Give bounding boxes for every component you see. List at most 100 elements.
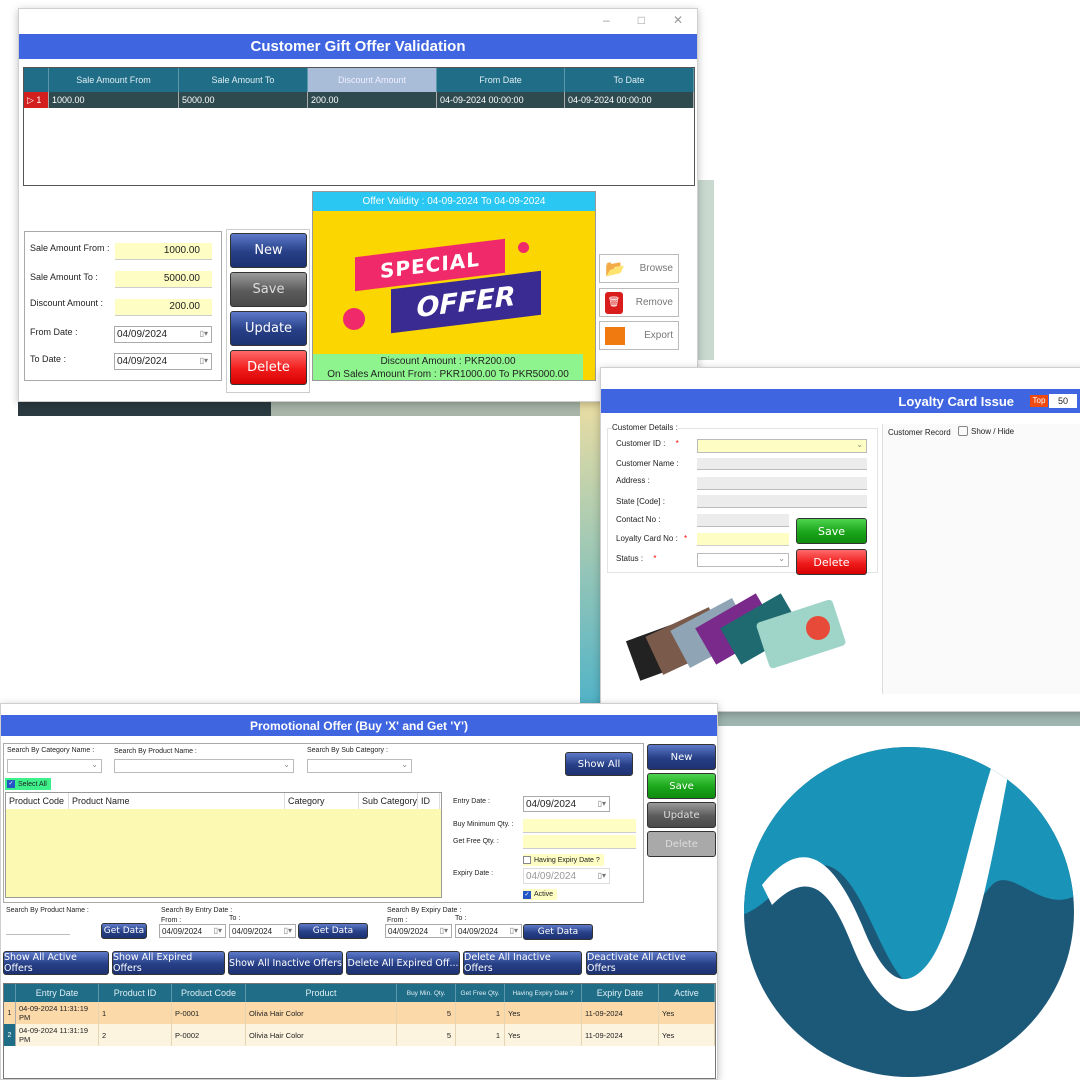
column-header[interactable]: Get Free Qty. — [456, 984, 505, 1002]
subcategory-select[interactable]: ⌄ — [307, 759, 412, 773]
column-header[interactable]: Product Code — [6, 793, 69, 809]
column-header[interactable]: Entry Date — [16, 984, 99, 1002]
show-expired-offers-button[interactable]: Show All Expired Offers — [112, 951, 225, 975]
calendar-icon[interactable]: ▯▾ — [440, 926, 448, 935]
save-button[interactable]: Save — [796, 518, 867, 544]
column-header[interactable]: Product Name — [69, 793, 285, 809]
card-no-input[interactable] — [697, 533, 789, 546]
column-header[interactable]: From Date — [437, 68, 565, 92]
state-input[interactable] — [697, 495, 867, 508]
product-name-input[interactable] — [6, 921, 70, 935]
show-inactive-offers-button[interactable]: Show All Inactive Offers — [228, 951, 343, 975]
column-header[interactable]: Category — [285, 793, 359, 809]
row-selector[interactable]: 2 — [4, 1024, 16, 1046]
table-row[interactable]: 2 04-09-2024 11:31:19 PM 2 P-0002 Olivia Hai… — [4, 1024, 715, 1046]
close-icon[interactable]: ✕ — [673, 13, 683, 27]
column-header[interactable]: Having Expiry Date ? — [505, 984, 582, 1002]
new-button[interactable]: New — [647, 744, 716, 770]
column-header[interactable]: ID — [418, 793, 440, 809]
calendar-icon[interactable]: ▯▾ — [284, 926, 292, 935]
checkbox-checked-icon[interactable]: ✓ — [7, 780, 15, 788]
show-active-offers-button[interactable]: Show All Active Offers — [3, 951, 109, 975]
top-input[interactable]: 50 — [1049, 394, 1077, 408]
address-input[interactable] — [697, 477, 867, 490]
entry-from-date-picker[interactable]: 04/09/2024 ▯▾ — [159, 924, 226, 938]
get-free-input[interactable] — [523, 835, 636, 849]
active-checkbox[interactable]: ✓ Active — [523, 889, 558, 900]
category-select[interactable]: ⌄ — [7, 759, 102, 773]
table-row[interactable]: ▷ 1 1000.00 5000.00 200.00 04-09-2024 00… — [24, 92, 694, 108]
column-header[interactable]: Buy Min. Qty. — [397, 984, 456, 1002]
cell: Olivia Hair Color — [246, 1024, 397, 1046]
update-button[interactable]: Update — [647, 802, 716, 828]
expiry-to-date-picker[interactable]: 04/09/2024 ▯▾ — [455, 924, 522, 938]
delete-inactive-offers-button[interactable]: Delete All Inactive Offers — [463, 951, 582, 975]
show-hide-checkbox[interactable]: Show / Hide — [958, 426, 1014, 436]
export-button[interactable]: Export — [599, 321, 679, 350]
deactivate-active-offers-button[interactable]: Deactivate All Active Offers — [586, 951, 717, 975]
column-header[interactable]: Expiry Date — [582, 984, 659, 1002]
to-date-picker[interactable]: 04/09/2024 ▯▾ — [114, 353, 212, 370]
buy-min-input[interactable] — [523, 819, 636, 833]
column-header[interactable]: Product ID — [99, 984, 172, 1002]
update-button[interactable]: Update — [230, 311, 307, 346]
delete-button[interactable]: Delete — [647, 831, 716, 857]
calendar-icon[interactable]: ▯▾ — [510, 926, 518, 935]
calendar-icon[interactable]: ▯▾ — [214, 926, 222, 935]
cell: 1 — [99, 1002, 172, 1024]
browse-button[interactable]: 📂 Browse — [599, 254, 679, 283]
window-title: Loyalty Card Issue — [601, 389, 1080, 413]
contact-label: Contact No : — [616, 515, 661, 524]
remove-button[interactable]: 🗑 Remove — [599, 288, 679, 317]
get-data-button[interactable]: Get Data — [101, 923, 147, 939]
select-all-checkbox[interactable]: ✓ Select All — [5, 778, 51, 790]
search-subcategory-label: Search By Sub Category : — [307, 747, 388, 754]
calendar-icon[interactable]: ▯▾ — [598, 871, 606, 880]
entry-date-picker[interactable]: 04/09/2024 ▯▾ — [523, 796, 610, 812]
sale-from-input[interactable]: 1000.00 — [115, 243, 212, 260]
column-header[interactable]: Product — [246, 984, 397, 1002]
show-all-button[interactable]: Show All — [565, 752, 633, 776]
maximize-icon[interactable]: □ — [638, 13, 645, 27]
get-data-button[interactable]: Get Data — [298, 923, 368, 939]
save-button[interactable]: Save — [647, 773, 716, 799]
expiry-date-picker[interactable]: 04/09/2024 ▯▾ — [523, 868, 610, 884]
minimize-icon[interactable]: – — [603, 13, 610, 27]
sale-to-input[interactable]: 5000.00 — [115, 271, 212, 288]
customer-name-input[interactable] — [697, 458, 867, 470]
column-header[interactable]: Discount Amount — [308, 68, 437, 92]
row-selector[interactable]: 1 — [4, 1002, 16, 1024]
checkbox-icon[interactable] — [523, 856, 531, 864]
customer-id-select[interactable]: ⌄ — [697, 439, 867, 453]
calendar-icon[interactable]: ▯▾ — [200, 329, 208, 338]
column-header[interactable]: Product Code — [172, 984, 246, 1002]
get-data-button[interactable]: Get Data — [523, 924, 593, 940]
row-selector[interactable]: ▷ 1 — [24, 92, 49, 108]
column-header[interactable]: Sale Amount To — [179, 68, 308, 92]
customer-record-tab[interactable]: Customer Record — [888, 428, 951, 437]
table-row[interactable]: 1 04-09-2024 11:31:19 PM 1 P-0001 Olivia Hai… — [4, 1002, 715, 1024]
offer-summary: Discount Amount : PKR200.00 On Sales Amo… — [313, 354, 583, 380]
discount-input[interactable]: 200.00 — [115, 299, 212, 316]
save-button[interactable]: Save — [230, 272, 307, 307]
having-expiry-checkbox[interactable]: Having Expiry Date ? — [523, 854, 604, 866]
new-button[interactable]: New — [230, 233, 307, 268]
column-header[interactable]: Active — [659, 984, 715, 1002]
delete-button[interactable]: Delete — [230, 350, 307, 385]
delete-button[interactable]: Delete — [796, 549, 867, 575]
contact-input[interactable] — [697, 514, 789, 527]
calendar-icon[interactable]: ▯▾ — [200, 356, 208, 365]
column-header[interactable]: Sale Amount From — [49, 68, 179, 92]
column-header[interactable]: To Date — [565, 68, 694, 92]
entry-to-date-picker[interactable]: 04/09/2024 ▯▾ — [229, 924, 296, 938]
checkbox-icon[interactable] — [958, 426, 968, 436]
promotional-offer-window: Promotional Offer (Buy 'X' and Get 'Y') … — [0, 703, 718, 1080]
calendar-icon[interactable]: ▯▾ — [598, 799, 606, 808]
delete-expired-offers-button[interactable]: Delete All Expired Off... — [346, 951, 460, 975]
checkbox-checked-icon[interactable]: ✓ — [523, 890, 531, 899]
product-select[interactable]: ⌄ — [114, 759, 294, 773]
status-select[interactable]: ⌄ — [697, 553, 789, 567]
expiry-from-date-picker[interactable]: 04/09/2024 ▯▾ — [385, 924, 452, 938]
from-date-picker[interactable]: 04/09/2024 ▯▾ — [114, 326, 212, 343]
column-header[interactable]: Sub Category — [359, 793, 418, 809]
